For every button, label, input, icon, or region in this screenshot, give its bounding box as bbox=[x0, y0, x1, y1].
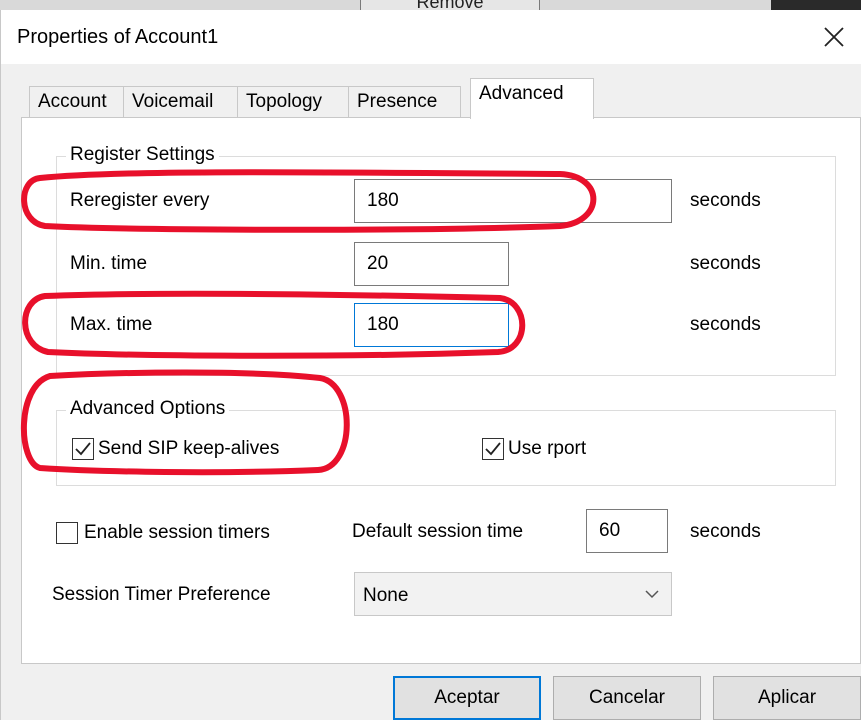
checkmark-icon bbox=[75, 442, 91, 456]
default-session-time-label: Default session time bbox=[352, 521, 524, 542]
max-time-input[interactable]: 180 bbox=[354, 303, 509, 347]
min-time-unit: seconds bbox=[690, 253, 761, 274]
window-title: Properties of Account1 bbox=[17, 26, 219, 48]
chevron-down-icon bbox=[645, 590, 659, 599]
tab-advanced[interactable]: Advanced bbox=[470, 78, 594, 119]
reregister-unit: seconds bbox=[690, 190, 761, 211]
tab-topology[interactable]: Topology bbox=[237, 86, 349, 118]
session-timer-preference-label: Session Timer Preference bbox=[52, 584, 271, 605]
min-time-label: Min. time bbox=[70, 253, 148, 274]
register-settings-title: Register Settings bbox=[66, 144, 219, 166]
ok-button[interactable]: Aceptar bbox=[393, 676, 541, 720]
tab-account[interactable]: Account bbox=[29, 86, 124, 118]
default-session-time-unit: seconds bbox=[690, 521, 761, 542]
reregister-input[interactable]: 180 bbox=[354, 179, 672, 223]
close-icon[interactable] bbox=[819, 22, 849, 52]
reregister-label: Reregister every bbox=[70, 190, 210, 211]
checkmark-icon bbox=[485, 442, 501, 456]
properties-dialog: Properties of Account1 Account Voicemail… bbox=[0, 10, 861, 720]
send-keepalives-label: Send SIP keep-alives bbox=[98, 438, 280, 459]
session-timer-preference-value: None bbox=[363, 585, 409, 606]
advanced-panel: Register Settings Reregister every 180 s… bbox=[21, 117, 861, 664]
max-time-label: Max. time bbox=[70, 314, 153, 335]
tab-presence[interactable]: Presence bbox=[348, 86, 461, 118]
session-timer-preference-select[interactable]: None bbox=[354, 572, 672, 616]
send-keepalives-checkbox[interactable] bbox=[72, 438, 94, 460]
use-rport-label: Use rport bbox=[508, 438, 587, 459]
tab-voicemail[interactable]: Voicemail bbox=[123, 86, 238, 118]
min-time-input[interactable]: 20 bbox=[354, 242, 509, 286]
default-session-time-input[interactable]: 60 bbox=[586, 509, 668, 553]
cancel-button[interactable]: Cancelar bbox=[553, 676, 701, 720]
advanced-options-title: Advanced Options bbox=[66, 398, 230, 420]
enable-session-timers-label: Enable session timers bbox=[84, 522, 270, 543]
max-time-unit: seconds bbox=[690, 314, 761, 335]
use-rport-checkbox[interactable] bbox=[482, 438, 504, 460]
title-bar: Properties of Account1 bbox=[1, 10, 861, 64]
apply-button[interactable]: Aplicar bbox=[713, 676, 861, 720]
enable-session-timers-checkbox[interactable] bbox=[56, 522, 78, 544]
